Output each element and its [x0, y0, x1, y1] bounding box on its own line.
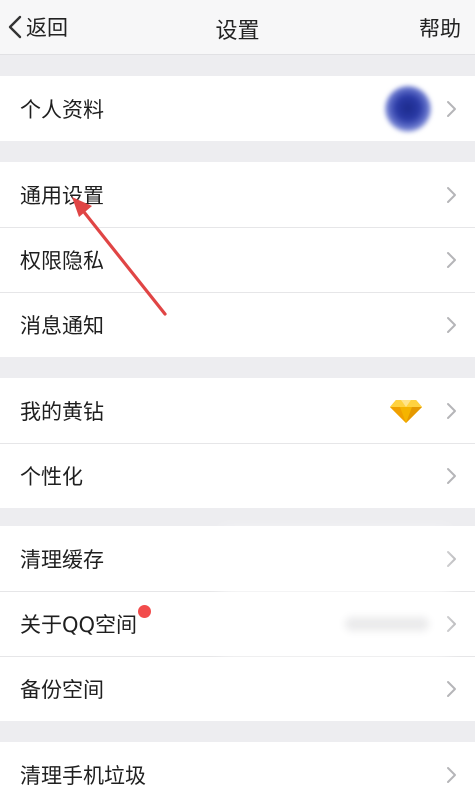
chevron-right-icon [446, 550, 457, 568]
row-about-qzone[interactable]: 关于QQ空间 [0, 591, 475, 656]
avatar [385, 85, 431, 132]
chevron-right-icon [446, 251, 457, 269]
settings-group-membership: 我的黄钻 个性化 [0, 378, 475, 508]
help-button[interactable]: 帮助 [419, 13, 461, 43]
row-label: 通用设置 [20, 183, 104, 208]
row-label: 清理缓存 [20, 547, 104, 572]
row-label: 我的黄钻 [20, 399, 104, 424]
row-label: 关于QQ空间 [20, 612, 138, 637]
row-label: 备份空间 [20, 677, 104, 702]
row-general-settings[interactable]: 通用设置 [0, 162, 475, 227]
version-value-redacted [345, 616, 429, 631]
notification-dot [138, 605, 151, 618]
chevron-right-icon [446, 100, 457, 118]
row-label: 个性化 [20, 464, 83, 489]
chevron-right-icon [446, 766, 457, 784]
row-label: 清理手机垃圾 [20, 763, 146, 788]
diamond-icon [389, 398, 423, 424]
row-personalization[interactable]: 个性化 [0, 443, 475, 508]
chevron-right-icon [446, 316, 457, 334]
settings-group-profile: 个人资料 [0, 76, 475, 141]
row-label: 消息通知 [20, 313, 104, 338]
row-yellow-diamond[interactable]: 我的黄钻 [0, 378, 475, 443]
row-clean-phone-junk[interactable]: 清理手机垃圾 [0, 742, 475, 807]
row-label: 个人资料 [20, 97, 104, 122]
settings-group-cleanup: 清理手机垃圾 [0, 742, 475, 807]
settings-group-storage: 清理缓存 关于QQ空间 备份空间 [0, 526, 475, 721]
row-message-notifications[interactable]: 消息通知 [0, 292, 475, 357]
row-label: 权限隐私 [20, 248, 104, 273]
row-backup-space[interactable]: 备份空间 [0, 656, 475, 721]
row-clear-cache[interactable]: 清理缓存 [0, 526, 475, 591]
navigation-bar: 返回 设置 帮助 [0, 0, 475, 55]
chevron-right-icon [446, 615, 457, 633]
row-privacy-permissions[interactable]: 权限隐私 [0, 227, 475, 292]
settings-group-general: 通用设置 权限隐私 消息通知 [0, 162, 475, 357]
row-personal-profile[interactable]: 个人资料 [0, 76, 475, 141]
chevron-right-icon [446, 186, 457, 204]
chevron-right-icon [446, 402, 457, 420]
chevron-right-icon [446, 680, 457, 698]
chevron-right-icon [446, 467, 457, 485]
page-title: 设置 [215, 19, 260, 44]
